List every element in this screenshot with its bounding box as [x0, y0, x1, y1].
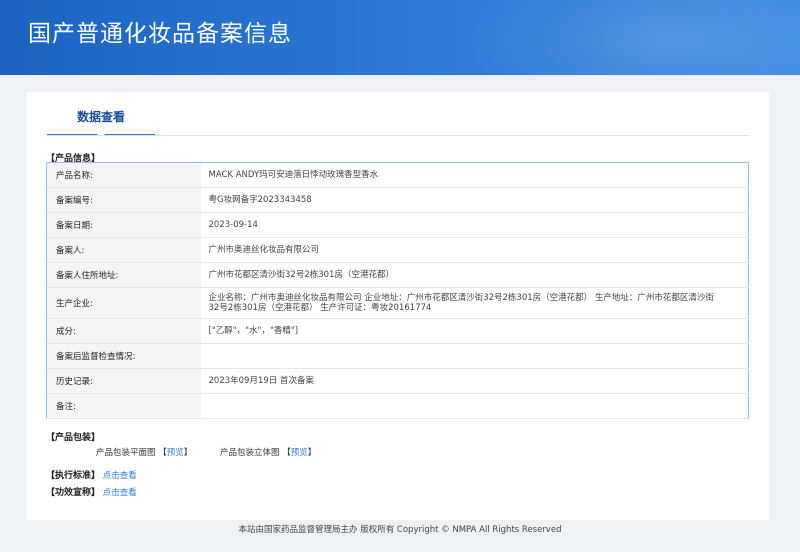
packaging-title: 【产品包装】 — [46, 433, 101, 443]
info-label: 产品名称: — [46, 162, 201, 188]
page-header: 国产普通化妆品备案信息 — [0, 0, 800, 75]
info-row: 备注: — [46, 393, 749, 419]
packaging-flat: 产品包装平面图 【预览】 — [96, 446, 192, 458]
info-label: 备案编号: — [46, 187, 201, 213]
efficacy-title: 【功效宣称】 — [46, 488, 101, 498]
info-label: 生产企业: — [46, 287, 201, 319]
info-row: 生产企业: 企业名称：广州市奥迪丝化妆品有限公司 企业地址：广州市花都区清沙街32… — [46, 287, 749, 319]
info-row: 备案编号: 粤G妆网备字2023343458 — [46, 187, 749, 213]
bracket-open: 【 — [282, 448, 291, 458]
info-value: ["乙醇"，"水"，"香精"] — [200, 318, 749, 344]
info-value — [200, 393, 749, 419]
bracket-close: 】 — [307, 448, 317, 458]
info-row: 备案人住所地址: 广州市花都区清沙街32号2栋301房（空港花都） — [46, 262, 749, 288]
packaging-flat-label: 产品包装平面图 — [96, 448, 156, 458]
info-value: 粤G妆网备字2023343458 — [200, 187, 749, 213]
standard-title: 【执行标准】 — [46, 471, 101, 481]
standard-view-link[interactable]: 点击查看 — [103, 471, 137, 481]
info-row: 备案日期: 2023-09-14 — [46, 212, 749, 238]
info-row: 备案人: 广州市奥迪丝化妆品有限公司 — [46, 237, 749, 263]
tab-label: 数据查看 — [76, 110, 125, 124]
product-info-table: 产品名称: MACK ANDY玛可安迪落日悸动玫瑰香型香水 备案编号: 粤G妆网备字2… — [46, 162, 749, 419]
info-value: 广州市奥迪丝化妆品有限公司 — [200, 237, 749, 263]
content-card: 数据查看 【产品信息】 产品名称: MACK ANDY玛可安迪落日悸动玫瑰香型香水… — [27, 92, 769, 520]
info-row: 成分: ["乙醇"，"水"，"香精"] — [46, 318, 749, 344]
info-value: 企业名称：广州市奥迪丝化妆品有限公司 企业地址：广州市花都区清沙街32号2栋30… — [200, 287, 749, 319]
info-label: 备案后监督检查情况: — [46, 343, 201, 369]
info-value: 广州市花都区清沙街32号2栋301房（空港花都） — [200, 262, 749, 288]
bracket-open: 【 — [158, 448, 167, 458]
info-label: 备案日期: — [46, 212, 201, 238]
info-value: MACK ANDY玛可安迪落日悸动玫瑰香型香水 — [200, 162, 749, 188]
info-label: 备注: — [46, 393, 201, 419]
info-label: 备案人住所地址: — [46, 262, 201, 288]
info-label: 成分: — [46, 318, 201, 344]
packaging-solid-preview-link[interactable]: 预览 — [291, 448, 308, 458]
info-value — [200, 343, 749, 369]
standard-row: 【执行标准】 点击查看 — [46, 468, 137, 481]
page-footer: 本站由国家药品监督管理局主办 版权所有 Copyright © NMPA All… — [238, 525, 562, 535]
info-row: 历史记录: 2023年09月19日 首次备案 — [46, 368, 749, 394]
info-label: 备案人: — [46, 237, 201, 263]
info-row: 产品名称: MACK ANDY玛可安迪落日悸动玫瑰香型香水 — [46, 162, 749, 188]
site-title: 国产普通化妆品备案信息 — [28, 21, 292, 47]
packaging-solid: 产品包装立体图 【预览】 — [220, 446, 316, 458]
info-row: 备案后监督检查情况: — [46, 343, 749, 369]
info-value: 2023-09-14 — [200, 212, 749, 238]
packaging-flat-preview-link[interactable]: 预览 — [167, 448, 184, 458]
info-label: 历史记录: — [46, 368, 201, 394]
efficacy-view-link[interactable]: 点击查看 — [103, 488, 137, 498]
tab-data-view[interactable]: 数据查看 — [47, 106, 155, 136]
efficacy-row: 【功效宣称】 点击查看 — [46, 485, 137, 498]
tab-divider — [47, 135, 749, 136]
bracket-close: 】 — [183, 448, 193, 458]
packaging-solid-label: 产品包装立体图 — [220, 448, 280, 458]
info-value: 2023年09月19日 首次备案 — [200, 368, 749, 394]
